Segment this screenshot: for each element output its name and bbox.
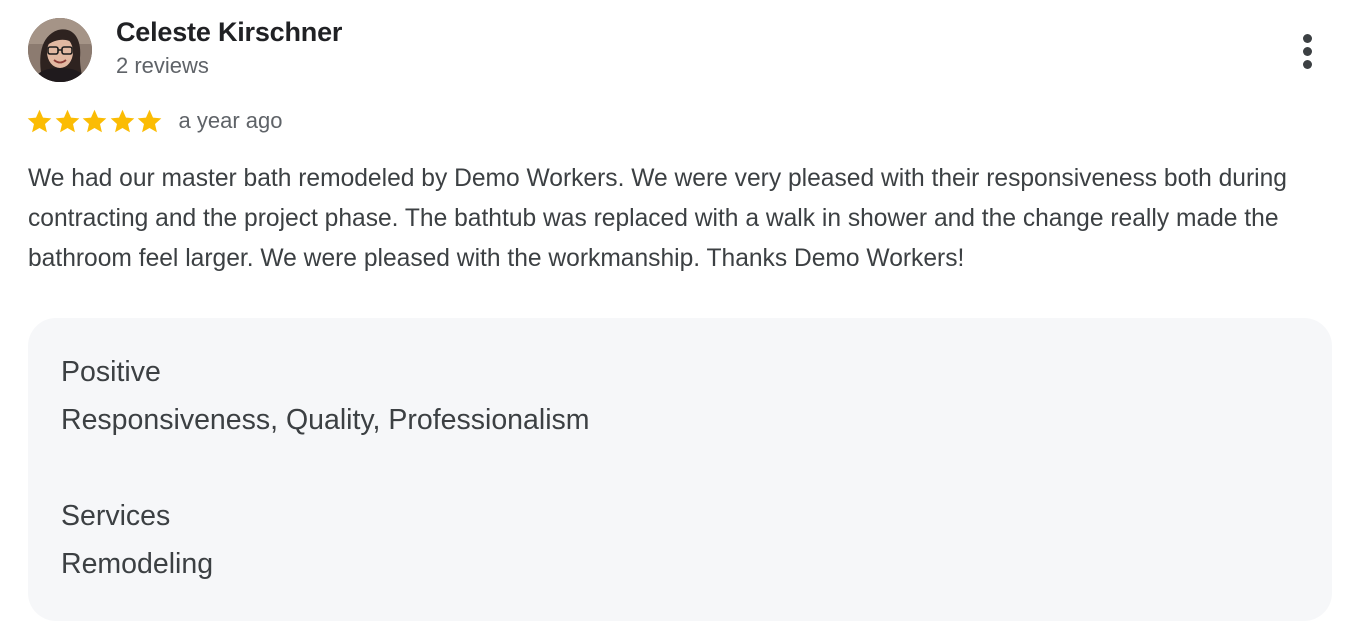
services-heading: Services <box>61 500 171 532</box>
avatar-image <box>28 18 92 82</box>
star-icon <box>110 109 134 132</box>
star-icon <box>82 109 107 132</box>
review-timestamp: a year ago <box>178 108 283 133</box>
review-card: Celeste Kirschner 2 reviews a year ago W… <box>0 0 1355 632</box>
review-attributes-panel: Positive Responsiveness, Quality, Profes… <box>28 318 1332 621</box>
services-value: Remodeling <box>61 548 214 580</box>
more-options-button[interactable] <box>1290 28 1326 74</box>
reviewer-name[interactable]: Celeste Kirschner <box>116 17 342 48</box>
star-rating <box>26 108 164 135</box>
avatar[interactable] <box>28 18 92 82</box>
star-icon <box>137 109 162 132</box>
star-icon <box>27 109 52 132</box>
rating-row: a year ago <box>26 104 282 138</box>
reviewer-review-count[interactable]: 2 reviews <box>116 53 209 79</box>
star-icon <box>55 109 79 132</box>
positive-heading: Positive <box>61 356 161 388</box>
positive-value: Responsiveness, Quality, Professionalism <box>61 404 590 436</box>
review-text: We had our master bath remodeled by Demo… <box>28 165 1287 272</box>
